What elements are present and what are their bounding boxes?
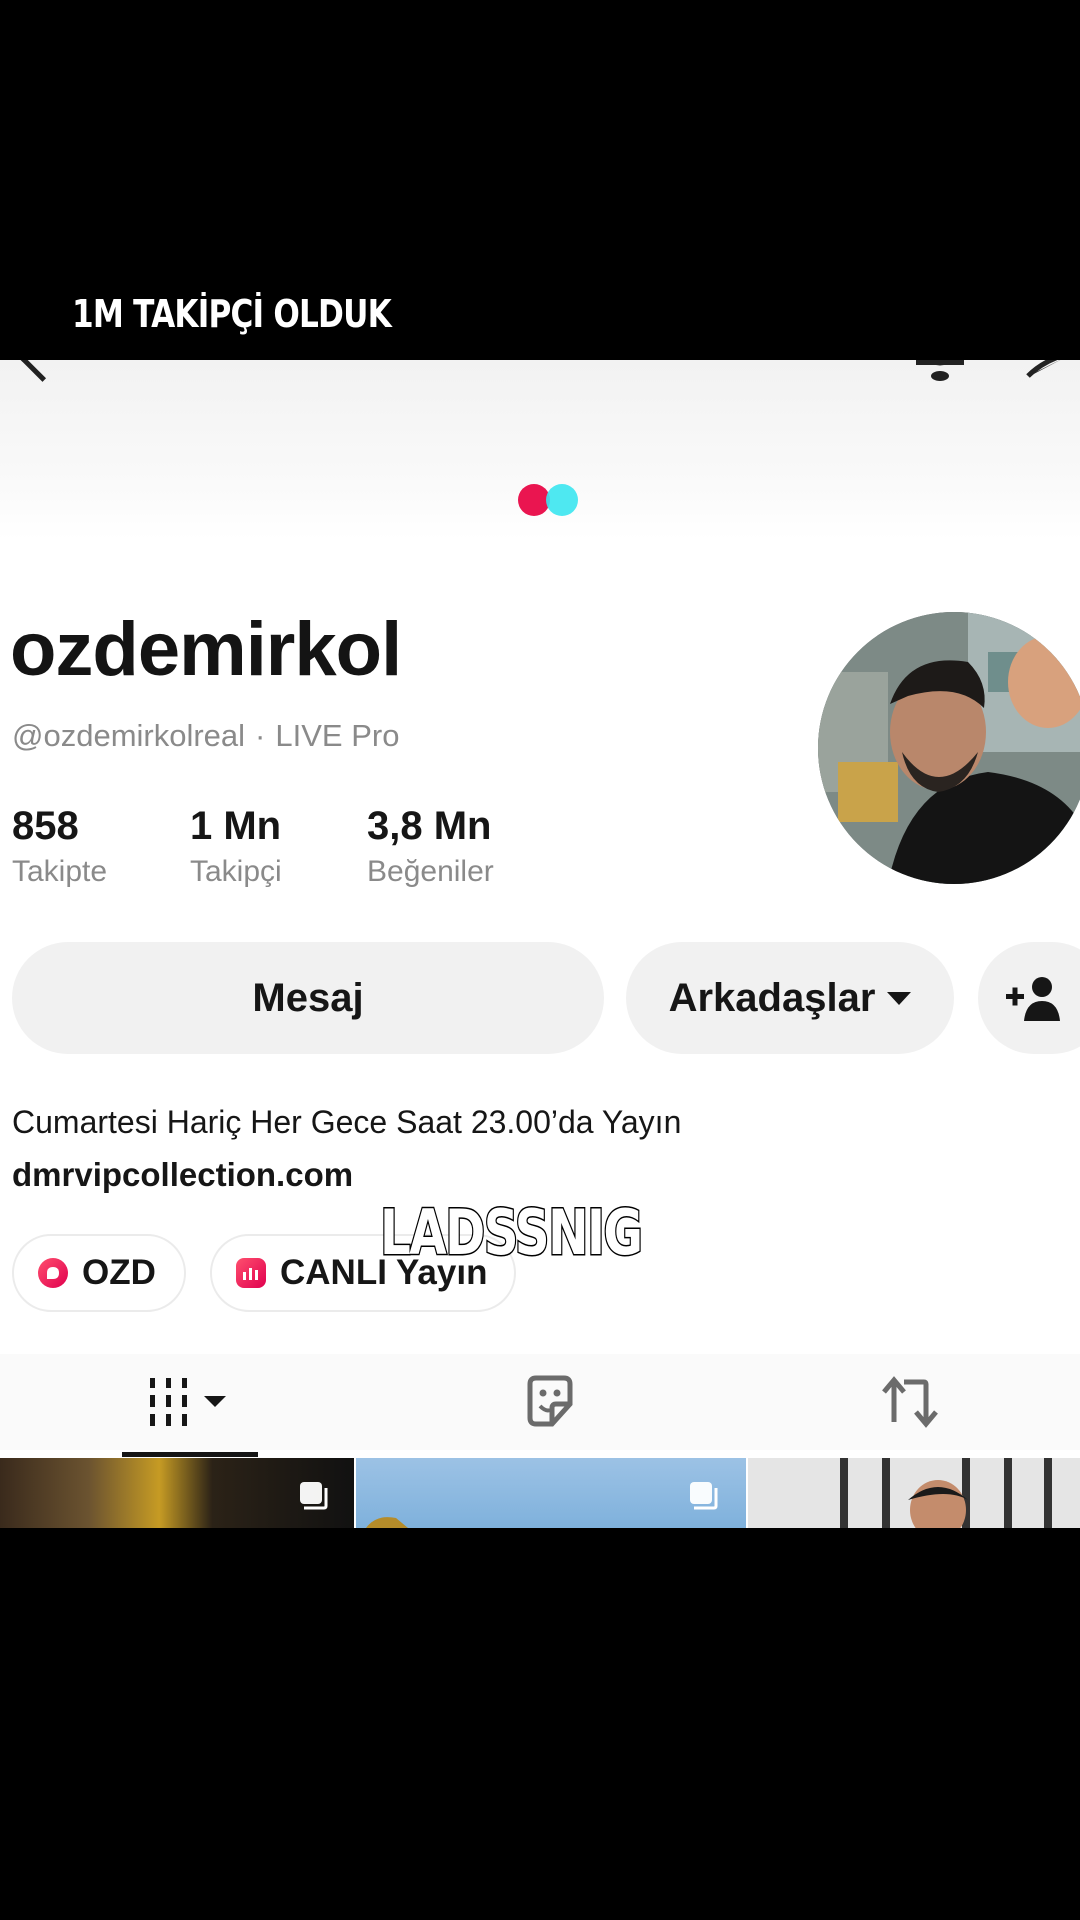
message-button-label: Mesaj: [252, 975, 364, 1020]
share-icon[interactable]: [1024, 360, 1080, 386]
profile-screen: ozdemirkol @ozdemirkolreal · LIVE Pro 858 …: [0, 360, 1080, 1528]
stat-followers[interactable]: 1 Mn Takipçi: [190, 804, 282, 889]
stat-following[interactable]: 858 Takipte: [12, 804, 107, 889]
grid-icon: [150, 1378, 226, 1426]
chip-ozd[interactable]: OZD: [12, 1234, 186, 1312]
active-tab-indicator: [122, 1452, 258, 1457]
video-thumbnail[interactable]: [748, 1458, 1080, 1528]
video-caption-overlay: LADSSNIG: [379, 1195, 644, 1271]
profile-handle-row: @ozdemirkolreal · LIVE Pro: [12, 718, 399, 754]
tab-favorites[interactable]: [500, 1354, 600, 1450]
add-friend-icon: [1006, 977, 1060, 1021]
chevron-down-icon: [887, 991, 912, 1005]
live-stats-icon: [236, 1258, 266, 1288]
loader-dot-cyan: [546, 484, 578, 516]
profile-display-name: ozdemirkol: [10, 607, 402, 692]
profile-handle: @ozdemirkolreal: [12, 718, 246, 753]
live-pro-badge[interactable]: LIVE Pro: [275, 718, 399, 753]
video-thumbnail[interactable]: [356, 1458, 746, 1528]
chat-bubble-icon: [38, 1258, 68, 1288]
stat-following-label: Takipte: [12, 855, 108, 888]
avatar[interactable]: [818, 612, 1080, 884]
chip-ozd-label: OZD: [82, 1253, 156, 1292]
video-grid: [0, 1458, 1080, 1528]
tab-reposts[interactable]: [860, 1354, 960, 1450]
pinned-icon: [300, 1482, 328, 1510]
friends-button-label: Arkadaşlar: [668, 975, 876, 1020]
sticker-icon: [527, 1375, 573, 1427]
friends-button[interactable]: Arkadaşlar: [626, 942, 954, 1054]
profile-tabs: [0, 1354, 1080, 1450]
stat-following-value: 858: [12, 804, 79, 848]
tab-posts[interactable]: [122, 1354, 258, 1450]
profile-link[interactable]: dmrvipcollection.com: [12, 1156, 353, 1194]
video-thumbnail[interactable]: [0, 1458, 354, 1528]
stat-likes[interactable]: 3,8 Mn Beğeniler: [367, 804, 494, 889]
loading-indicator: [518, 484, 588, 518]
message-button[interactable]: Mesaj: [12, 942, 604, 1054]
stat-likes-value: 3,8 Mn: [367, 804, 492, 848]
video-caption-top: 1M TAKİPÇİ OLDUK: [72, 292, 392, 336]
stat-followers-value: 1 Mn: [190, 804, 282, 848]
pinned-icon: [690, 1482, 718, 1510]
add-friend-button[interactable]: [978, 942, 1080, 1054]
repost-icon: [882, 1376, 938, 1428]
stat-likes-label: Beğeniler: [367, 855, 494, 888]
bell-icon[interactable]: [912, 360, 968, 386]
separator: ·: [255, 718, 266, 753]
stat-followers-label: Takipçi: [190, 855, 282, 888]
profile-bio: Cumartesi Hariç Her Gece Saat 23.00’da Y…: [12, 1104, 682, 1140]
